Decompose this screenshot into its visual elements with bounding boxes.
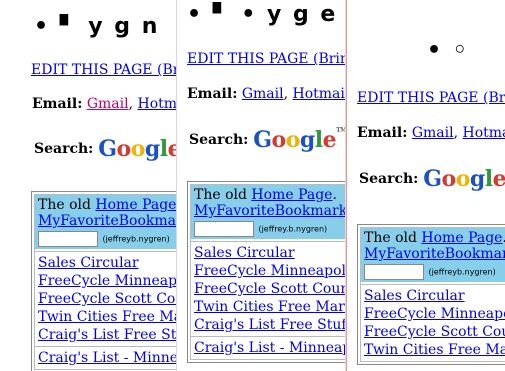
search-label: Search: [359,171,419,187]
bookmarks-table: The old Home Page. MyFavoriteBookmarks (… [31,191,186,371]
link-twin-cities-free-market[interactable]: Twin Cities Free Market [38,309,186,325]
link-twin-cities-free-market[interactable]: Twin Cities Free Marke [364,342,505,358]
search-label: Search: [189,132,249,148]
home-page-link[interactable]: Home Page [421,230,502,246]
google-logo[interactable]: GoogleTM [423,166,505,192]
old-text: The old [364,230,422,246]
link-sales-circular[interactable]: Sales Circular [38,255,139,271]
link-twin-cities-free-market[interactable]: Twin Cities Free Market [194,299,349,315]
link-freecycle-minneapolis[interactable]: FreeCycle Minneapolis [364,306,505,322]
bookmarks-table: The old Home Page. MyFavoriteBookmarks (… [187,181,349,363]
edit-page-link[interactable]: EDIT THIS PAGE (Brin [31,62,186,78]
old-text: The old [194,187,252,203]
bookmarks-header-cell: The old Home Page. MyFavoriteBookmarks (… [361,228,505,284]
favorite-bookmarks-link[interactable]: MyFavoriteBookmarks [364,246,505,262]
gmail-link[interactable]: Gmail [412,125,454,141]
user-tag: (jeffreyb.nygren) [102,234,170,244]
home-page-link[interactable]: Home Page [251,187,332,203]
link-sales-circular[interactable]: Sales Circular [194,245,295,261]
links-list: Sales Circular FreeCycle Minneapolis Fre… [361,284,505,361]
email-label: Email: [187,86,238,102]
links-list-2: Craig's List - Minneapoli [35,346,186,369]
links-list: Sales Circular FreeCycle Minneapolis ( F… [35,251,186,346]
google-logo[interactable]: GoogleTM [98,136,186,162]
browser-pane-2: • ▘ • y g e d EDIT THIS PAGE (Brin Email… [176,0,349,371]
user-tag: (jeffreyb.nygren) [428,267,496,277]
edit-page-link[interactable]: EDIT THIS PAGE (Brin [357,90,505,106]
link-freecycle-scott-county[interactable]: FreeCycle Scott County [194,281,349,297]
bookmark-input[interactable] [194,221,254,237]
user-tag: (jeffrey.b.nygren) [258,224,328,234]
hotmail-link[interactable]: Hotmail ( [463,125,505,141]
link-sales-circular[interactable]: Sales Circular [364,288,465,304]
bookmarks-header-cell: The old Home Page. MyFavoriteBookmarks (… [191,185,349,241]
scribbled-title: • ▘ y g n [34,14,160,39]
favorite-bookmarks-link[interactable]: MyFavoriteBookmarks [194,203,349,219]
scribbled-title: • ▘ • y g e d [187,2,347,27]
home-page-link[interactable]: Home Page [95,197,176,213]
link-freecycle-minneapolis[interactable]: FreeCycle Minneapolis [194,263,349,279]
bookmarks-header-cell: The old Home Page. MyFavoriteBookmarks (… [35,195,186,251]
search-label: Search: [34,141,94,157]
bookmark-input[interactable] [38,231,98,247]
email-label: Email: [32,96,83,112]
link-freecycle-scott-county[interactable]: FreeCycle Scott County [38,291,186,307]
link-freecycle-scott-county[interactable]: FreeCycle Scott County [364,324,505,340]
gmail-link[interactable]: Gmail [242,86,284,102]
google-logo[interactable]: GoogleTM [253,127,347,153]
favorite-bookmarks-link[interactable]: MyFavoriteBookmarks [38,213,186,229]
email-label: Email: [357,125,408,141]
old-text: The old [38,197,96,213]
browser-pane-3: • ◦ EDIT THIS PAGE (Brin Email: Gmail, H… [346,0,505,371]
links-list: Sales Circular FreeCycle Minneapolis Fre… [191,241,349,336]
gmail-link[interactable]: Gmail [87,96,129,112]
links-list-2: Craig's List - Minneapol [191,336,349,359]
bookmarks-table: The old Home Page. MyFavoriteBookmarks (… [357,224,505,365]
link-craigslist-minneapolis[interactable]: Craig's List - Minneapoli [38,350,186,366]
link-craigslist-minneapolis[interactable]: Craig's List - Minneapol [194,340,349,356]
link-freecycle-minneapolis[interactable]: FreeCycle Minneapolis ( [38,273,186,289]
link-craigslist-free-stuff[interactable]: Craig's List Free Stuff [194,317,349,333]
scribbled-title: • ◦ [427,38,469,63]
hotmail-link[interactable]: Hotmail ( [293,86,350,102]
link-craigslist-free-stuff[interactable]: Craig's List Free Stuff [38,327,186,343]
browser-pane-1: • ▘ y g n EDIT THIS PAGE (Brin Email: Gm… [0,0,186,371]
bookmark-input[interactable] [364,264,424,280]
edit-page-link[interactable]: EDIT THIS PAGE (Brin [187,51,349,67]
